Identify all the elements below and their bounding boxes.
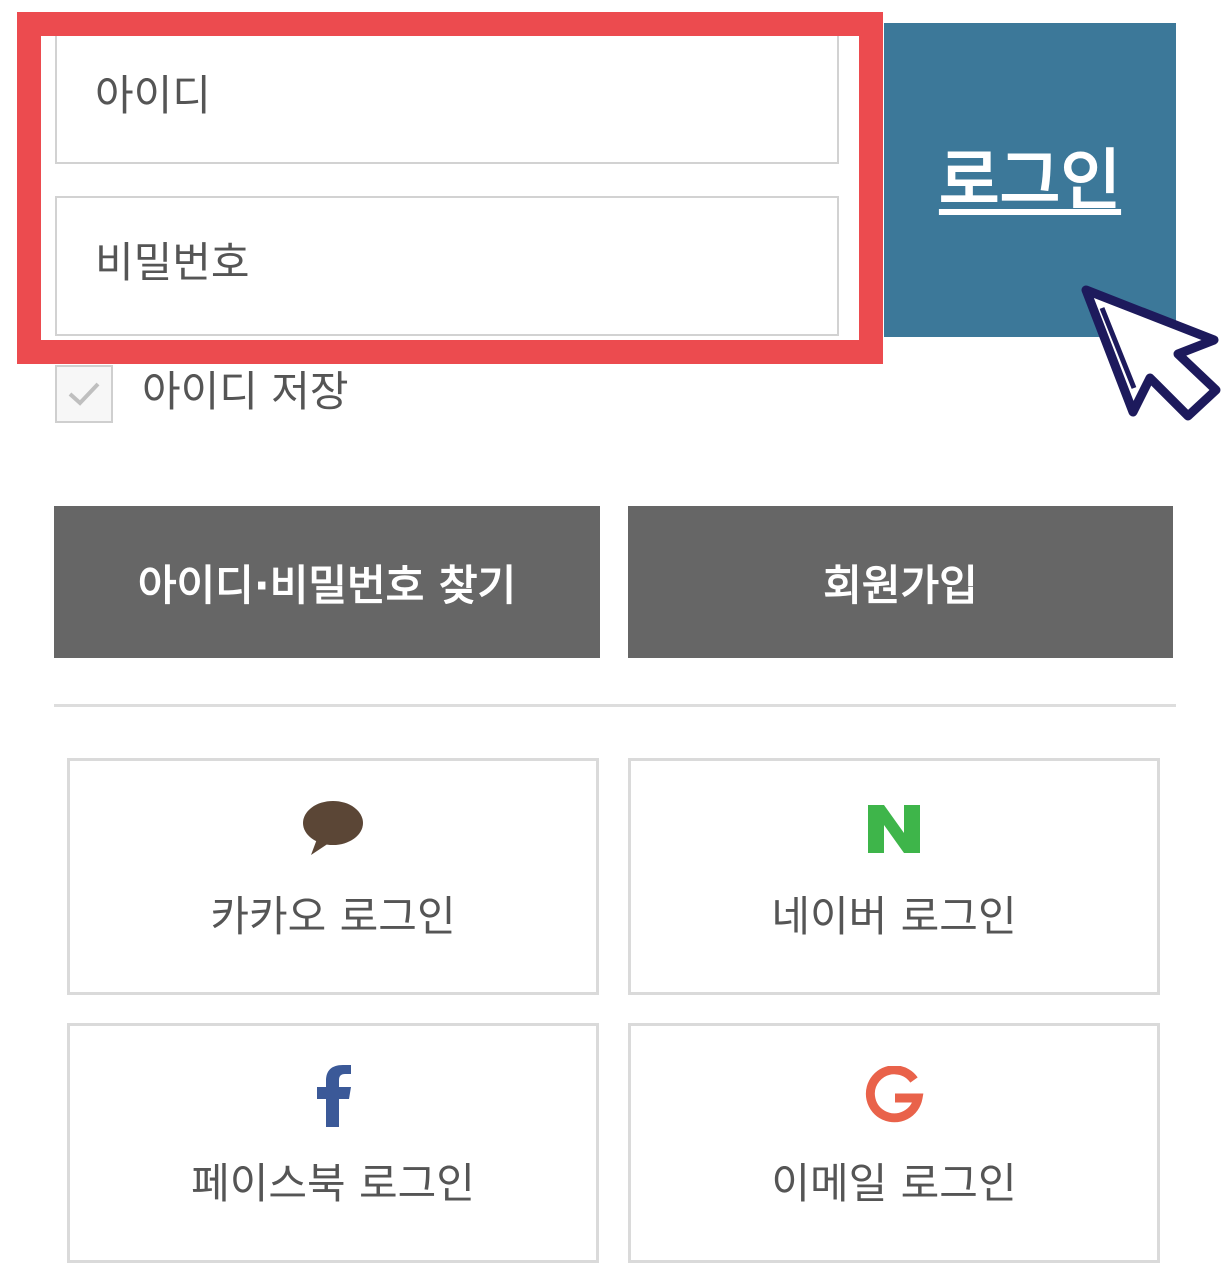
google-g-icon [864,1066,924,1126]
email-login-button[interactable]: 이메일 로그인 [628,1023,1160,1263]
email-login-label: 이메일 로그인 [771,1159,1017,1208]
signup-button[interactable]: 회원가입 [628,506,1173,658]
divider [54,704,1176,707]
naver-login-label: 네이버 로그인 [771,892,1017,941]
facebook-f-icon [313,1065,353,1127]
facebook-login-button[interactable]: 페이스북 로그인 [67,1023,599,1263]
speech-bubble-icon [301,799,365,859]
naver-n-icon [866,799,922,859]
save-id-label: 아이디 저장 [142,367,349,416]
facebook-login-label: 페이스북 로그인 [191,1159,475,1208]
id-placeholder: 아이디 [95,71,211,120]
checkmark-icon [68,382,100,406]
kakao-login-label: 카카오 로그인 [210,892,456,941]
password-input[interactable]: 비밀번호 [55,196,839,336]
id-input[interactable]: 아이디 [55,22,839,164]
save-id-checkbox[interactable] [55,365,113,423]
login-button-label: 로그인 [938,142,1122,219]
mouse-pointer-icon [1081,285,1221,421]
find-id-password-button[interactable]: 아이디·비밀번호 찾기 [54,506,600,658]
kakao-login-button[interactable]: 카카오 로그인 [67,758,599,995]
find-id-password-label: 아이디·비밀번호 찾기 [137,560,517,610]
password-placeholder: 비밀번호 [95,237,250,287]
naver-login-button[interactable]: 네이버 로그인 [628,758,1160,995]
signup-label: 회원가입 [823,560,978,610]
